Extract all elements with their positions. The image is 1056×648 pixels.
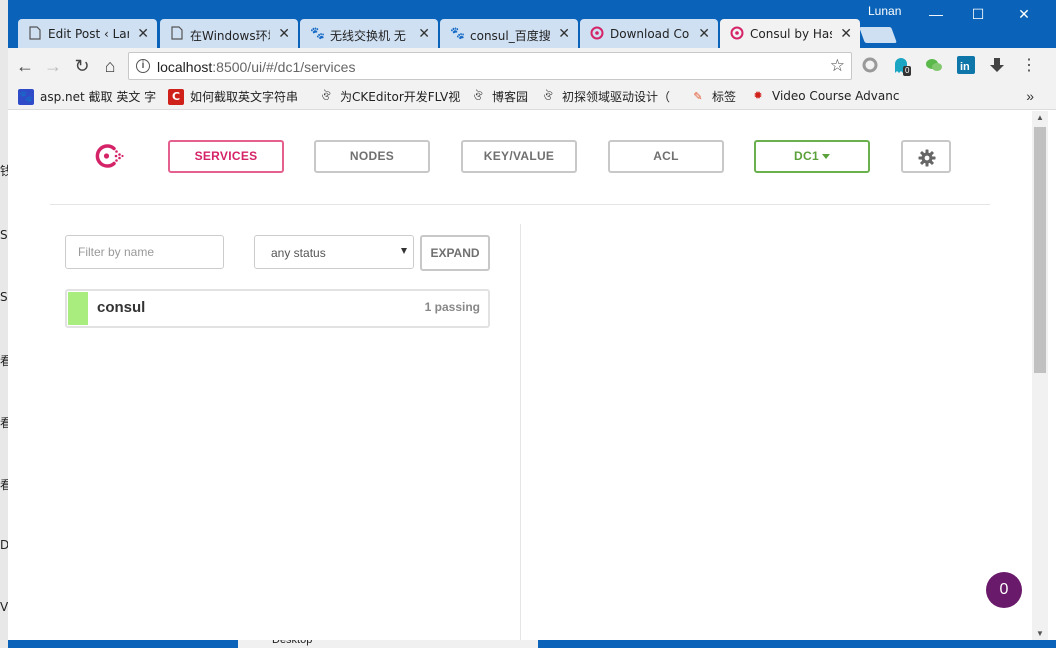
tab-strip: Edit Post ‹ Lam ✕ 在Windows环境 ✕ 🐾 无线交换机 无…	[8, 0, 1056, 48]
tab-title: Edit Post ‹ Lam	[48, 27, 129, 41]
url-text: localhost:8500/ui/#/dc1/services	[157, 59, 356, 75]
bookmark-star-icon[interactable]: ☆	[830, 56, 845, 76]
bookmark-item[interactable]: ঔ 博客园	[470, 88, 528, 106]
baidu-paw-icon: 🐾	[18, 88, 34, 105]
profile-name[interactable]: Lunan	[868, 4, 901, 18]
tab-title: 无线交换机 无	[330, 29, 406, 43]
extension-ring-icon[interactable]	[860, 56, 880, 76]
settings-button[interactable]	[901, 140, 951, 173]
status-filter-select[interactable]: any status	[254, 235, 414, 269]
back-arrow-icon[interactable]: ←	[14, 55, 36, 77]
close-tab-icon[interactable]: ✕	[278, 25, 290, 42]
reload-icon[interactable]: ↻	[71, 55, 93, 77]
site-info-icon[interactable]: i	[136, 59, 150, 73]
service-name: consul	[97, 299, 146, 316]
caret-down-icon	[821, 154, 830, 160]
datacenter-dropdown[interactable]: DC1	[754, 140, 870, 173]
tag-icon: ✎	[693, 89, 703, 103]
browser-toolbar: ← → ↻ ⌂ i localhost:8500/ui/#/dc1/servic…	[8, 48, 1056, 84]
baidu-paw-icon: 🐾	[450, 26, 465, 40]
download-icon[interactable]	[987, 56, 1007, 76]
page-icon	[28, 26, 42, 40]
filter-by-name-input[interactable]	[65, 235, 224, 269]
bookmark-item[interactable]: C 如何截取英文字符串	[168, 88, 298, 106]
tab-title: Download Con	[610, 27, 690, 41]
bookmark-item[interactable]: 🐾 asp.net 截取 英文 字	[18, 88, 156, 106]
health-status-bar	[68, 292, 88, 325]
page-icon	[170, 26, 184, 40]
extension-badge: 0	[903, 66, 912, 76]
service-list-item[interactable]: consul 1 passing	[65, 289, 490, 328]
scrollbar-thumb[interactable]	[1034, 127, 1046, 373]
tab-windows[interactable]: 在Windows环境 ✕	[160, 19, 298, 48]
nav-acl-button[interactable]: ACL	[608, 140, 724, 173]
tab-title: Consul by Has	[750, 27, 832, 41]
tab-wireless-switch[interactable]: 🐾 无线交换机 无 ✕	[300, 19, 438, 48]
consul-icon	[590, 26, 604, 40]
page-scrollbar[interactable]: ▲ ▼	[1032, 111, 1048, 640]
close-tab-icon[interactable]: ✕	[137, 25, 149, 42]
scroll-down-arrow-icon[interactable]: ▼	[1035, 629, 1045, 638]
c-icon: C	[168, 88, 184, 105]
bookmark-item[interactable]: ✹ Video Course Advanc	[750, 88, 899, 106]
new-tab-button[interactable]	[859, 27, 897, 43]
bookmark-item[interactable]: ঔ 为CKEditor开发FLV视	[318, 88, 460, 106]
header-divider	[50, 204, 990, 205]
minimize-icon[interactable]: —	[916, 4, 956, 24]
tab-title: 在Windows环境	[190, 29, 270, 43]
bookmark-item[interactable]: ঔ 初探领域驱动设计（	[540, 88, 670, 106]
close-tab-icon[interactable]: ✕	[840, 25, 852, 42]
scroll-up-arrow-icon[interactable]: ▲	[1035, 113, 1045, 122]
cnblogs-icon: ঔ	[543, 89, 553, 103]
dropdown-arrow-icon	[401, 248, 407, 254]
nav-services-button[interactable]: SERVICES	[168, 140, 284, 173]
tab-edit-post[interactable]: Edit Post ‹ Lam ✕	[18, 19, 157, 48]
nav-nodes-button[interactable]: NODES	[314, 140, 430, 173]
wechat-icon[interactable]	[924, 56, 944, 76]
expand-button[interactable]: EXPAND	[420, 235, 490, 271]
svg-text:in: in	[960, 61, 970, 73]
extension-ghost-icon[interactable]: 0	[892, 56, 912, 76]
gear-icon	[918, 149, 936, 167]
tab-consul-active[interactable]: Consul by Has ✕	[720, 19, 860, 48]
nav-keyvalue-button[interactable]: KEY/VALUE	[461, 140, 577, 173]
consul-icon	[730, 26, 744, 40]
notification-badge[interactable]: 0	[986, 572, 1022, 608]
huawei-icon: ✹	[753, 89, 763, 102]
bookmarks-overflow-icon[interactable]: »	[1026, 88, 1034, 104]
status-filter-value: any status	[271, 246, 326, 260]
close-tab-icon[interactable]: ✕	[698, 25, 710, 42]
close-tab-icon[interactable]: ✕	[418, 25, 430, 42]
close-tab-icon[interactable]: ✕	[558, 25, 570, 42]
bookmark-item[interactable]: ✎ 标签	[690, 88, 736, 106]
consul-logo-icon[interactable]	[92, 139, 126, 173]
column-divider	[520, 224, 521, 640]
baidu-paw-icon: 🐾	[310, 26, 325, 40]
cnblogs-icon: ঔ	[473, 89, 483, 103]
desktop-background: 钱 S S 看 看 看 D V	[0, 0, 8, 648]
tab-title: consul_百度搜	[470, 29, 550, 43]
forward-arrow-icon[interactable]: →	[42, 55, 64, 77]
close-window-icon[interactable]: ✕	[1004, 4, 1044, 24]
browser-window: Edit Post ‹ Lam ✕ 在Windows环境 ✕ 🐾 无线交换机 无…	[8, 0, 1056, 640]
bookmarks-bar: 🐾 asp.net 截取 英文 字 C 如何截取英文字符串 ঔ 为CKEditor开发…	[8, 84, 1056, 110]
datacenter-label: DC1	[794, 149, 819, 163]
tab-consul-baidu[interactable]: 🐾 consul_百度搜 ✕	[440, 19, 578, 48]
consul-ui-page: SERVICES NODES KEY/VALUE ACL DC1 any sta…	[8, 111, 1032, 640]
address-bar[interactable]: i localhost:8500/ui/#/dc1/services ☆	[128, 52, 852, 80]
chrome-menu-icon[interactable]: ⋮	[1019, 56, 1039, 76]
service-checks-summary: 1 passing	[424, 300, 480, 314]
linkedin-icon[interactable]: in	[956, 56, 976, 76]
cnblogs-icon: ঔ	[321, 89, 331, 103]
home-icon[interactable]: ⌂	[99, 55, 121, 77]
maximize-icon[interactable]: ☐	[958, 4, 998, 24]
tab-download-consul[interactable]: Download Con ✕	[580, 19, 718, 48]
